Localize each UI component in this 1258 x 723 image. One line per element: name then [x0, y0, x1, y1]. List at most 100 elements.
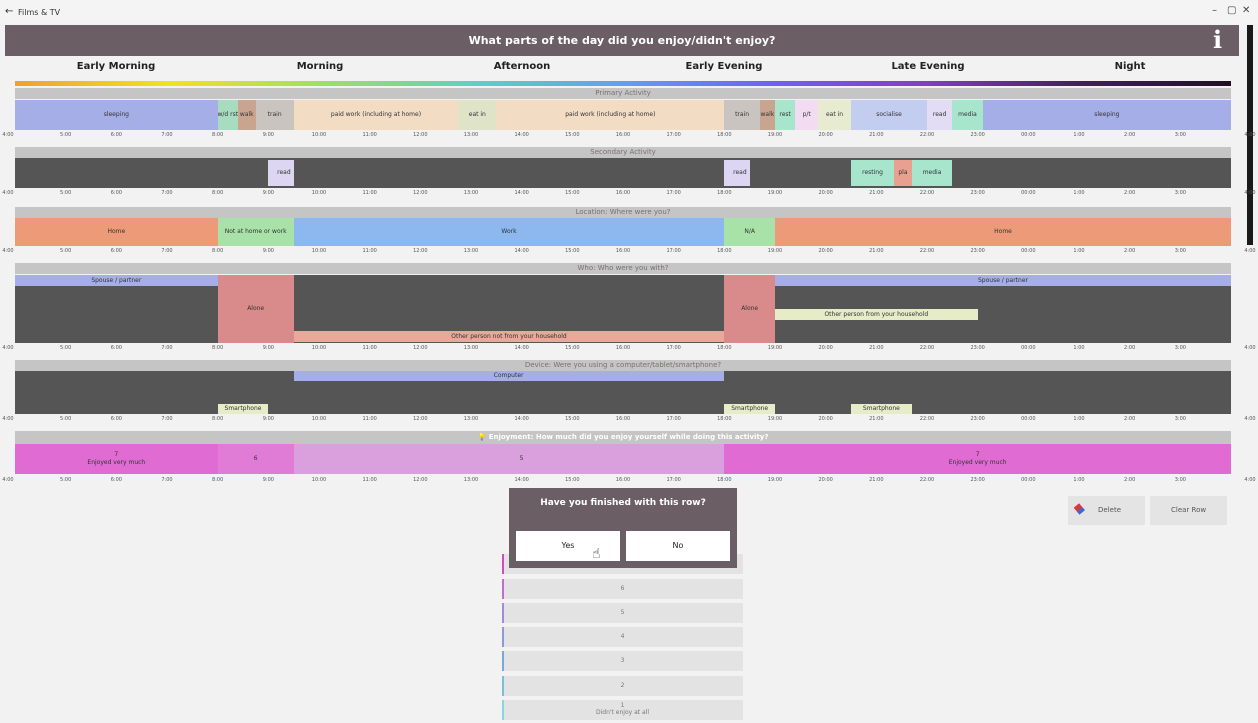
time-tick-label: 22:00: [919, 477, 935, 483]
enjoyment-option[interactable]: 5: [502, 603, 743, 623]
primary-activity-block[interactable]: eat in: [458, 100, 497, 130]
time-tick-label: 23:00: [970, 416, 985, 422]
time-tick-label: 12:00: [413, 132, 428, 138]
time-tick-label: 11:00: [362, 345, 377, 351]
primary-activity-block[interactable]: media: [952, 100, 983, 130]
enjoyment-option[interactable]: 4: [502, 627, 743, 647]
enjoyment-value: 7: [114, 451, 119, 458]
primary-activity-block[interactable]: paid work (including at home): [293, 100, 459, 130]
time-tick-label: 3:00: [1174, 132, 1186, 138]
time-tick-label: 16:00: [615, 416, 631, 422]
time-tick-label: 1:00: [1073, 190, 1085, 196]
primary-activity-block[interactable]: paid work (including at home): [496, 100, 725, 130]
location-block[interactable]: Work: [293, 218, 725, 246]
companion-block[interactable]: Alone: [217, 275, 294, 343]
secondary-activity-block[interactable]: read: [268, 160, 294, 186]
time-tick-label: 4:00: [1244, 190, 1256, 196]
enjoyment-option[interactable]: 2: [502, 676, 743, 696]
secondary-activity-block[interactable]: read: [724, 160, 750, 186]
enjoyment-value: 7: [975, 451, 980, 458]
companion-block[interactable]: Other person not from your household: [293, 331, 725, 342]
companion-block[interactable]: Spouse / partner: [775, 275, 1231, 286]
info-icon[interactable]: i: [1213, 27, 1222, 53]
time-tick-label: 14:00: [514, 477, 529, 483]
enjoyment-option-value: 3: [620, 657, 625, 664]
yes-button[interactable]: Yes: [516, 531, 620, 561]
secondary-activity-block[interactable]: resting: [851, 160, 895, 186]
no-button[interactable]: No: [626, 531, 730, 561]
companion-block[interactable]: Spouse / partner: [15, 275, 218, 286]
time-tick-label: 2:00: [1124, 345, 1136, 351]
enjoyment-block[interactable]: 7 Enjoyed very much: [15, 444, 218, 474]
enjoyment-block[interactable]: 5: [293, 444, 725, 474]
time-tick-label: 21:00: [869, 248, 884, 254]
clear-row-button[interactable]: Clear Row: [1150, 496, 1227, 525]
time-tick-label: 14:00: [514, 416, 529, 422]
enjoyment-option[interactable]: 6: [502, 579, 743, 599]
time-tick-label: 10:00: [311, 477, 327, 483]
enjoyment-color-bar: [502, 603, 504, 623]
eraser-icon: [1073, 503, 1086, 515]
time-tick-label: 3:00: [1174, 248, 1186, 254]
delete-button[interactable]: Delete: [1068, 496, 1145, 525]
time-tick-label: 16:00: [615, 190, 631, 196]
location-block[interactable]: Not at home or work: [217, 218, 294, 246]
primary-activity-block[interactable]: train: [255, 100, 294, 130]
question-header: What parts of the day did you enjoy/didn…: [5, 25, 1239, 56]
enjoyment-option[interactable]: 3: [502, 651, 743, 671]
enjoyment-color-bar: [502, 700, 504, 720]
time-tick-label: 22:00: [919, 416, 935, 422]
primary-activity-block[interactable]: walk: [759, 100, 775, 130]
restore-button[interactable]: ▢: [1227, 5, 1236, 16]
enjoyment-option[interactable]: 1 Didn't enjoy at all: [502, 700, 743, 720]
time-tick-label: 16:00: [615, 477, 631, 483]
time-tick-label: 7:00: [161, 248, 173, 254]
time-tick-label: 1:00: [1073, 345, 1085, 351]
time-of-day-gradient: [15, 81, 1231, 86]
time-tick-label: 4:00: [2, 248, 14, 254]
time-tick-label: 9:00: [262, 132, 274, 138]
device-block[interactable]: Smartphone: [217, 404, 269, 414]
location-block[interactable]: Home: [775, 218, 1231, 246]
primary-activity-block[interactable]: rest: [775, 100, 796, 130]
companion-block[interactable]: Alone: [724, 275, 775, 343]
close-button[interactable]: ✕: [1242, 5, 1250, 16]
secondary-activity-block[interactable]: media: [911, 160, 953, 186]
time-tick-label: 10:00: [311, 416, 327, 422]
time-tick-label: 2:00: [1124, 416, 1136, 422]
primary-activity-block[interactable]: w/d rst: [217, 100, 238, 130]
time-tick-label: 12:00: [413, 416, 428, 422]
time-tick-label: 15:00: [565, 477, 580, 483]
secondary-activity-block[interactable]: pla: [894, 160, 912, 186]
enjoyment-block[interactable]: 6: [217, 444, 294, 474]
time-tick-label: 19:00: [767, 132, 783, 138]
time-tick-label: 16:00: [615, 345, 631, 351]
device-block[interactable]: Computer: [293, 371, 725, 381]
minimize-button[interactable]: –: [1212, 5, 1217, 16]
enjoyment-block[interactable]: 7 Enjoyed very much: [724, 444, 1231, 474]
primary-activity-block[interactable]: eat in: [818, 100, 851, 130]
device-block[interactable]: Smartphone: [851, 404, 912, 414]
primary-activity-block[interactable]: train: [724, 100, 760, 130]
primary-activity-block[interactable]: sleeping: [15, 100, 218, 130]
arrow-left-icon[interactable]: ←: [5, 6, 13, 17]
time-tick-label: 14:00: [514, 248, 529, 254]
period-header: Afternoon: [493, 61, 551, 72]
time-tick-label: 8:00: [212, 190, 224, 196]
time-tick-label: 20:00: [818, 477, 833, 483]
device-block[interactable]: Smartphone: [724, 404, 775, 414]
primary-activity-block[interactable]: walk: [237, 100, 256, 130]
section-title: Primary Activity: [15, 88, 1231, 99]
primary-activity-block[interactable]: socialise: [851, 100, 927, 130]
enjoyment-label: Enjoyed very much: [948, 459, 1007, 466]
primary-activity-block[interactable]: read: [927, 100, 953, 130]
companion-block[interactable]: Other person from your household: [775, 309, 978, 320]
time-tick-label: 11:00: [362, 477, 377, 483]
time-tick-label: 4:00: [2, 345, 14, 351]
enjoyment-question: Enjoyment: How much did you enjoy yourse…: [488, 433, 769, 441]
location-block[interactable]: Home: [15, 218, 218, 246]
primary-activity-block[interactable]: p/t: [795, 100, 819, 130]
location-block[interactable]: N/A: [724, 218, 775, 246]
time-tick-label: 8:00: [212, 248, 224, 254]
primary-activity-block[interactable]: sleeping: [982, 100, 1231, 130]
